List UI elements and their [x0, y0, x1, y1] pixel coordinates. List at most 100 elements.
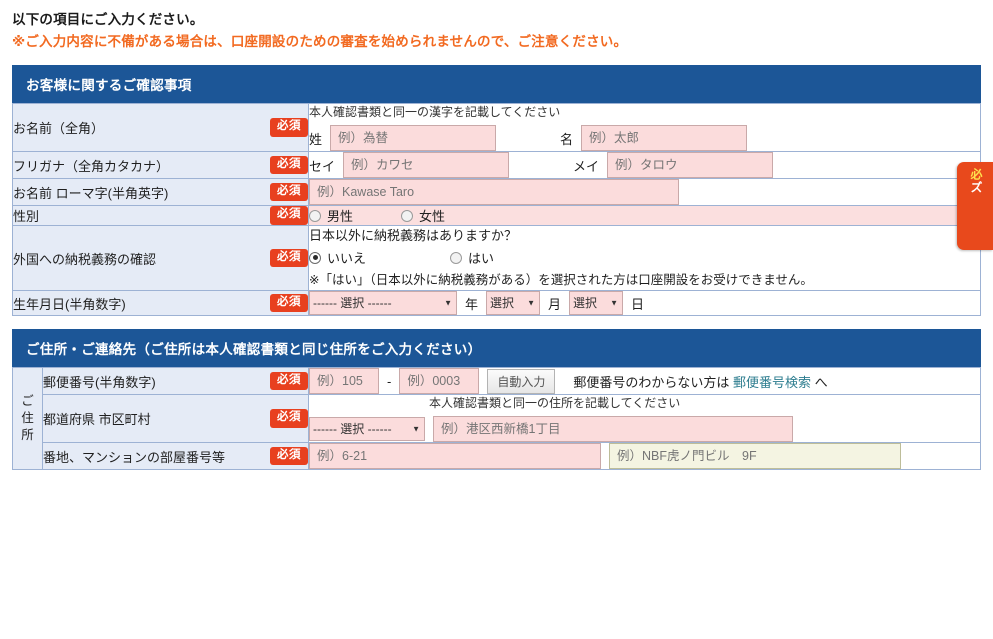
tax-question: 日本以外に納税義務はありますか？ — [309, 228, 518, 243]
zip-second-input[interactable] — [399, 368, 480, 394]
sei-kana-input[interactable] — [343, 152, 510, 178]
required-badge: 必須 — [270, 182, 308, 202]
auto-fill-button[interactable]: 自動入力 — [487, 368, 556, 394]
value-cell-tax: 日本以外に納税義務はありますか？ いいえ はい ※「はい」（日本以外に納税義務が… — [308, 225, 981, 291]
gender-male-radio[interactable] — [309, 209, 321, 222]
label-birthdate: 生年月日(半角数字) — [13, 296, 126, 312]
required-badge: 必須 — [270, 248, 308, 268]
table-row-name: お名前（全角） 必須 本人確認書類と同一の漢字を記載してください 姓 名 — [12, 103, 981, 152]
required-badge: 必須 — [270, 206, 308, 225]
city-input[interactable] — [433, 416, 793, 442]
value-cell-gender: 男性 女性 — [308, 205, 981, 226]
table-row-tax: 外国への納税義務の確認 必須 日本以外に納税義務はありますか？ いいえ はい ※… — [12, 225, 981, 291]
mei-kana-input[interactable] — [607, 152, 774, 178]
table-row-gender: 性別 必須 男性 女性 — [12, 205, 981, 226]
vertical-label-char-3: 所 — [21, 428, 34, 442]
hint-name: 本人確認書類と同一の漢字を記載してください — [309, 105, 561, 119]
label-mei-kana: メイ — [573, 158, 600, 174]
table-row-furigana: フリガナ（全角カタカナ） 必須 セイ メイ — [12, 151, 981, 179]
tax-yes-radio[interactable] — [450, 251, 463, 264]
table-row-birthdate: 生年月日(半角数字) 必須 ------ 選択 ------ 年 — [12, 290, 981, 316]
zip-separator: - — [387, 373, 392, 389]
zip-search-link[interactable]: 郵便番号検索 — [733, 375, 811, 390]
value-cell-romaji — [308, 178, 981, 206]
birth-month-dropdown[interactable]: 選択 — [486, 291, 541, 315]
label-sei-kana: セイ — [309, 158, 336, 174]
vertical-label-char-2: 住 — [21, 411, 34, 425]
table-row-prefecture: 都道府県 市区町村 必須 本人確認書類と同一の住所を記載してください -----… — [13, 394, 981, 443]
required-badge: 必須 — [270, 155, 308, 175]
zip-help-post: へ — [811, 374, 828, 390]
value-cell-zip: - 自動入力 郵便番号のわからない方は 郵便番号検索 へ — [308, 367, 981, 395]
tax-no-label[interactable]: いいえ — [327, 248, 366, 267]
value-cell-prefecture: 本人確認書類と同一の住所を記載してください ------ 選択 ------ — [308, 394, 981, 443]
intro-instruction: 以下の項目にご入力ください。 — [12, 12, 204, 27]
gender-female-radio[interactable] — [401, 209, 414, 222]
page-root: 以下の項目にご入力ください。 ※ご入力内容に不備がある場合は、口座開設のための審… — [0, 0, 993, 639]
label-cell-gender: 性別 必須 — [12, 205, 309, 226]
mei-input[interactable] — [581, 125, 748, 151]
value-cell-address-detail — [308, 442, 981, 470]
section2-table: ご 住 所 郵便番号(半角数字) 必須 - — [12, 367, 981, 470]
sei-input[interactable] — [330, 125, 497, 151]
label-cell-address-detail: 番地、マンションの部屋番号等 必須 — [42, 442, 309, 470]
tax-no-radio[interactable] — [309, 251, 321, 264]
birth-year-select[interactable]: ------ 選択 ------ — [309, 291, 457, 315]
zip-help-pre: 郵便番号のわからない方は — [573, 374, 733, 390]
table-row-zip: ご 住 所 郵便番号(半角数字) 必須 - — [12, 367, 981, 470]
prefecture-dropdown[interactable]: ------ 選択 ------ — [309, 417, 425, 441]
label-sei: 姓 — [309, 131, 323, 147]
label-cell-tax: 外国への納税義務の確認 必須 — [12, 225, 309, 291]
intro-block: 以下の項目にご入力ください。 ※ご入力内容に不備がある場合は、口座開設のための審… — [0, 0, 993, 52]
vertical-label-address: ご 住 所 — [12, 367, 43, 470]
romaji-input[interactable] — [309, 179, 679, 205]
value-cell-name: 本人確認書類と同一の漢字を記載してください 姓 名 — [308, 103, 981, 152]
label-tax: 外国への納税義務の確認 — [13, 251, 157, 267]
label-mei: 名 — [560, 131, 574, 147]
section2-header: ご住所・ご連絡先（ご住所は本人確認書類と同じ住所をご入力ください） — [12, 329, 981, 367]
birth-year-dropdown[interactable]: ------ 選択 ------ — [309, 291, 457, 315]
required-badge: 必須 — [270, 409, 308, 428]
section1-table: お名前（全角） 必須 本人確認書類と同一の漢字を記載してください 姓 名 — [12, 103, 981, 316]
address-line2-input[interactable] — [609, 443, 901, 469]
label-cell-furigana: フリガナ（全角カタカナ） 必須 — [12, 151, 309, 179]
gender-male-label[interactable]: 男性 — [327, 206, 353, 225]
label-name: お名前（全角） — [13, 121, 105, 136]
label-gender: 性別 — [13, 209, 40, 224]
value-cell-furigana: セイ メイ — [308, 151, 981, 179]
birth-day-dropdown[interactable]: 選択 — [569, 291, 624, 315]
birth-month-select[interactable]: 選択 — [486, 291, 541, 315]
label-address-detail: 番地、マンションの部屋番号等 — [43, 449, 226, 465]
label-cell-romaji: お名前 ローマ字(半角英字) 必須 — [12, 178, 309, 206]
intro-warning: ※ご入力内容に不備がある場合は、口座開設のための審査を始められませんので、ご注意… — [12, 34, 628, 49]
birth-year-unit: 年 — [465, 296, 479, 312]
label-cell-prefecture: 都道府県 市区町村 必須 — [42, 394, 309, 443]
required-badge: 必須 — [270, 293, 308, 313]
label-cell-birthdate: 生年月日(半角数字) 必須 — [12, 290, 309, 316]
required-badge: 必須 — [270, 371, 308, 391]
section-address-contact: ご住所・ご連絡先（ご住所は本人確認書類と同じ住所をご入力ください） ご 住 所 … — [12, 329, 981, 470]
label-cell-name: お名前（全角） 必須 — [12, 103, 309, 152]
side-tab-label: 必ズ — [969, 168, 983, 194]
gender-female-label[interactable]: 女性 — [419, 206, 445, 225]
tax-note: ※「はい」（日本以外に納税義務がある）を選択された方は口座開設をお受けできません… — [309, 273, 813, 287]
zip-help-text: 郵便番号のわからない方は 郵便番号検索 へ — [573, 372, 827, 391]
label-romaji: お名前 ローマ字(半角英字) — [13, 185, 169, 201]
label-prefecture: 都道府県 市区町村 — [43, 412, 151, 427]
prefecture-select[interactable]: ------ 選択 ------ — [309, 417, 425, 441]
hint-prefecture: 本人確認書類と同一の住所を記載してください — [429, 396, 681, 410]
label-cell-zip: 郵便番号(半角数字) 必須 — [42, 367, 309, 395]
section-customer-confirmation: お客様に関するご確認事項 お名前（全角） 必須 本人確認書類と同一の漢字を記載し… — [12, 65, 981, 316]
vertical-label-char-1: ご — [21, 394, 34, 408]
label-zip: 郵便番号(半角数字) — [43, 374, 156, 390]
address-line1-input[interactable] — [309, 443, 601, 469]
value-cell-birthdate: ------ 選択 ------ 年 選択 月 選択 — [308, 290, 981, 316]
label-furigana: フリガナ（全角カタカナ） — [13, 158, 170, 174]
table-row-address-detail: 番地、マンションの部屋番号等 必須 — [13, 442, 981, 470]
tax-yes-label[interactable]: はい — [468, 248, 494, 267]
section1-header: お客様に関するご確認事項 — [12, 65, 981, 103]
floating-side-tab[interactable]: 必ズ — [957, 162, 993, 250]
birth-day-select[interactable]: 選択 — [569, 291, 624, 315]
required-badge: 必須 — [270, 118, 308, 137]
zip-first-input[interactable] — [309, 368, 379, 394]
